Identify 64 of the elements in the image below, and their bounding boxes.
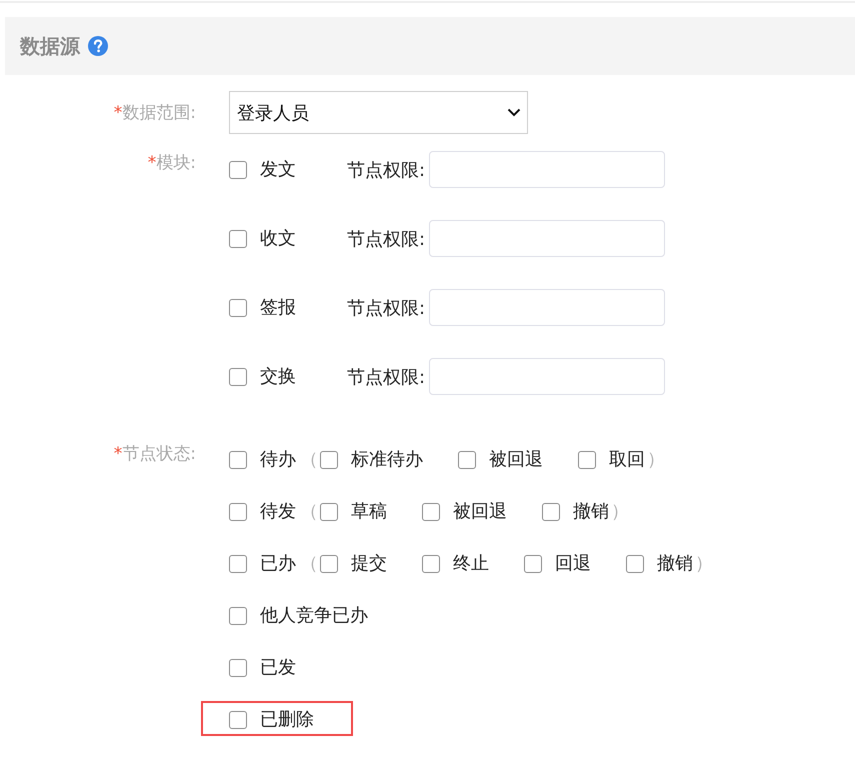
checkbox[interactable] [229,711,247,729]
checkbox[interactable] [229,230,247,248]
checkbox-label[interactable]: 取回 [609,447,645,473]
checkbox[interactable] [229,555,247,573]
checkbox[interactable] [320,503,338,521]
checkbox[interactable] [229,607,247,625]
input-field[interactable] [429,358,666,395]
checkbox-label[interactable]: 被回退 [453,499,507,525]
field-label: 节点状态: [122,444,196,464]
checkbox-label[interactable]: 待发 [260,499,296,525]
checkbox-label[interactable]: 草稿 [351,499,387,525]
checkbox[interactable] [229,368,247,386]
checkbox[interactable] [578,451,596,469]
required-asterisk: * [148,153,156,173]
select-field[interactable]: 登录人员 [229,91,528,134]
checkbox-label[interactable]: 被回退 [489,447,543,473]
parenthesis: （ [300,552,318,576]
checkbox[interactable] [229,659,247,677]
checkbox-label[interactable]: 标准待办 [351,447,423,473]
input-field[interactable] [429,151,666,188]
parenthesis: （ [300,500,318,524]
field-label: 数据范围: [122,102,196,122]
checkbox[interactable] [229,503,247,521]
checkbox-label[interactable]: 撤销 [573,499,609,525]
checkbox-label[interactable]: 回退 [555,551,591,577]
checkbox-label[interactable]: 提交 [351,551,387,577]
parenthesis: ） [647,448,665,472]
checkbox[interactable] [229,160,247,178]
checkbox-label[interactable]: 发文 [260,156,296,182]
checkbox[interactable] [524,555,542,573]
checkbox-label[interactable]: 签报 [260,294,296,320]
permission-label: 节点权限: [347,228,426,250]
input-field[interactable] [429,220,666,257]
checkbox[interactable] [542,503,560,521]
checkbox-label[interactable]: 他人竞争已办 [260,603,368,629]
field-label: 模块: [156,153,196,173]
checkbox[interactable] [320,555,338,573]
checkbox[interactable] [458,451,476,469]
checkbox-label[interactable]: 收文 [260,226,296,252]
chevron-down-icon [507,108,521,117]
permission-label: 节点权限: [347,366,426,388]
checkbox-label[interactable]: 已发 [260,655,296,681]
section-title: 数据源 [20,32,80,60]
checkbox[interactable] [422,503,440,521]
checkbox[interactable] [422,555,440,573]
parenthesis: ） [695,552,713,576]
permission-label: 节点权限: [347,296,426,320]
checkbox-label[interactable]: 交换 [260,364,296,390]
permission-label: 节点权限: [347,158,426,182]
checkbox[interactable] [320,451,338,469]
parenthesis: ） [611,500,629,524]
checkbox-label[interactable]: 已办 [260,551,296,577]
checkbox[interactable] [229,451,247,469]
checkbox-label[interactable]: 已删除 [260,707,314,733]
help-icon[interactable] [88,36,108,56]
checkbox-label[interactable]: 撤销 [657,551,693,577]
checkbox[interactable] [229,298,247,316]
parenthesis: （ [300,448,318,472]
checkbox-label[interactable]: 待办 [260,447,296,473]
input-field[interactable] [429,289,666,326]
checkbox-label[interactable]: 终止 [453,551,489,577]
required-asterisk: * [114,444,122,464]
checkbox[interactable] [626,555,644,573]
required-asterisk: * [114,102,122,122]
